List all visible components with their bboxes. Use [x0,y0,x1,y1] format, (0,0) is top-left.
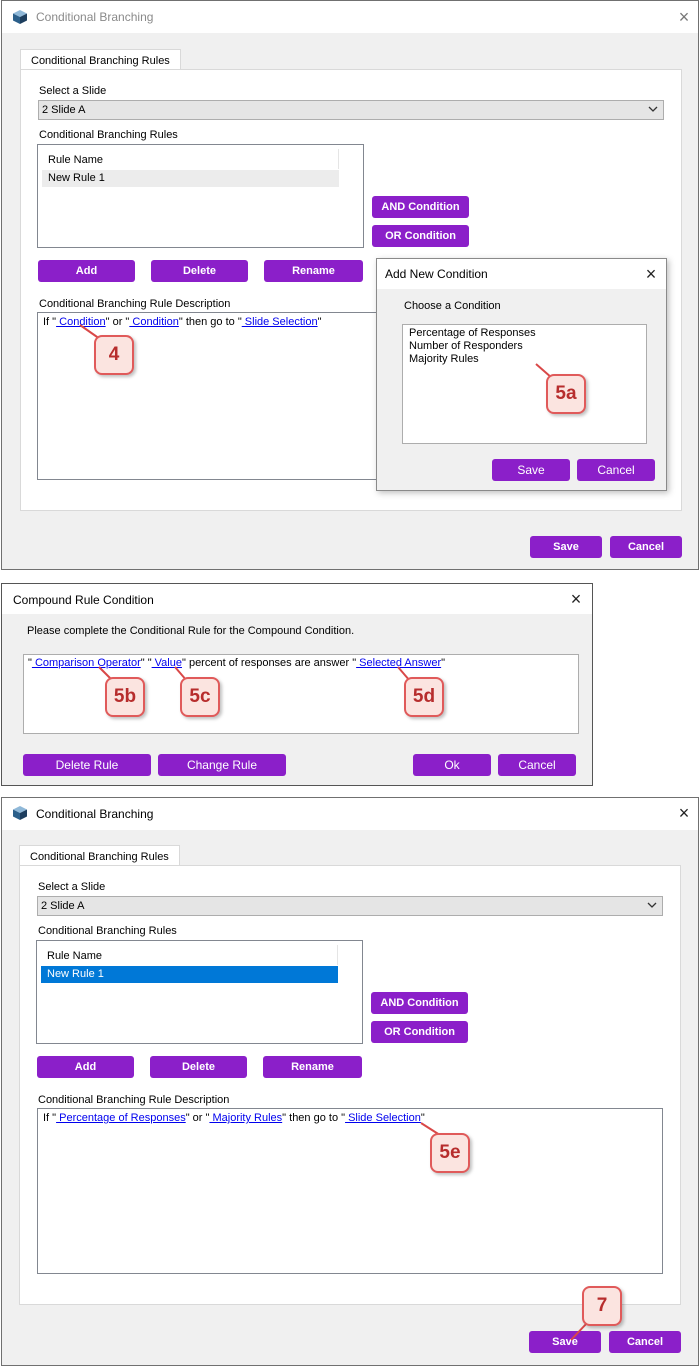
change-rule-button[interactable]: Change Rule [158,754,286,776]
chevron-down-icon [648,106,658,112]
cancel-button[interactable]: Cancel [498,754,576,776]
save-button[interactable]: Save [529,1331,601,1353]
percentage-of-responses-link[interactable]: Percentage of Responses [56,1112,186,1124]
slide-select-value: 2 Slide A [41,900,85,912]
rename-button[interactable]: Rename [263,1056,362,1078]
slide-selection-link[interactable]: Slide Selection [242,316,318,328]
delete-rule-button[interactable]: Delete Rule [23,754,151,776]
dialog-title-bar: Add New Condition × [377,259,666,289]
close-icon[interactable]: × [643,265,659,283]
title-bar: Conditional Branching × [2,798,698,830]
callout-4: 4 [94,335,134,375]
choose-condition-label: Choose a Condition [404,300,501,312]
rename-button[interactable]: Rename [264,260,363,282]
slide-select-value: 2 Slide A [42,104,86,116]
list-item[interactable]: New Rule 1 [41,966,338,983]
rules-label: Conditional Branching Rules [39,129,178,141]
callout-5b: 5b [105,677,145,717]
callout-5e: 5e [430,1133,470,1173]
cancel-button[interactable]: Cancel [577,459,655,481]
condition-option-majority-rules[interactable]: Majority Rules [409,353,479,365]
callout-5a: 5a [546,374,586,414]
callout-5c: 5c [180,677,220,717]
conditional-branching-window-2: Conditional Branching × Conditional Bran… [1,797,699,1366]
title-bar: Conditional Branching × [2,1,698,33]
rules-list[interactable]: Rule Name New Rule 1 [37,144,364,248]
list-item[interactable]: New Rule 1 [42,170,339,187]
compound-rule-condition-dialog: Compound Rule Condition × Please complet… [1,583,593,786]
or-condition-button[interactable]: OR Condition [371,1021,468,1043]
instruction-text: Please complete the Conditional Rule for… [27,625,355,637]
dialog-title-bar: Compound Rule Condition × [2,584,592,614]
close-icon[interactable]: × [568,590,584,608]
slide-select[interactable]: 2 Slide A [38,100,664,120]
chevron-down-icon [647,902,657,908]
close-icon[interactable]: × [676,804,692,822]
app-cube-icon [13,10,27,24]
save-button[interactable]: Save [492,459,570,481]
condition-link-2[interactable]: Condition [129,316,179,328]
condition-option-percentage[interactable]: Percentage of Responses [409,327,536,339]
tab-panel: Select a Slide 2 Slide A Conditional Bra… [19,865,681,1305]
select-slide-label: Select a Slide [39,85,107,97]
slide-selection-link[interactable]: Slide Selection [345,1112,421,1124]
add-new-condition-dialog: Add New Condition × Choose a Condition P… [376,258,667,491]
cancel-button[interactable]: Cancel [610,536,682,558]
add-button[interactable]: Add [37,1056,134,1078]
majority-rules-link[interactable]: Majority Rules [209,1112,282,1124]
slide-select[interactable]: 2 Slide A [37,896,663,916]
ok-button[interactable]: Ok [413,754,491,776]
callout-5d: 5d [404,677,444,717]
save-button[interactable]: Save [530,536,602,558]
app-cube-icon [13,806,27,820]
condition-options-list[interactable]: Percentage of Responses Number of Respon… [402,324,647,444]
select-slide-label: Select a Slide [38,881,106,893]
rule-description-text: If " Condition" or " Condition" then go … [43,316,322,328]
and-condition-button[interactable]: AND Condition [371,992,468,1014]
condition-option-number-of-responders[interactable]: Number of Responders [409,340,523,352]
dialog-title: Compound Rule Condition [13,593,154,607]
value-link[interactable]: Value [152,657,182,669]
window-title: Conditional Branching [36,807,154,821]
column-header-rule-name[interactable]: Rule Name [41,945,338,965]
rule-description-box: If " Condition" or " Condition" then go … [37,312,397,480]
or-condition-button[interactable]: OR Condition [372,225,469,247]
cancel-button[interactable]: Cancel [609,1331,681,1353]
add-button[interactable]: Add [38,260,135,282]
callout-7: 7 [582,1286,622,1326]
rule-description-text: If " Percentage of Responses" or " Major… [43,1112,425,1124]
delete-button[interactable]: Delete [151,260,248,282]
delete-button[interactable]: Delete [150,1056,247,1078]
condition-link-1[interactable]: Condition [56,316,106,328]
compound-rule-text: " Comparison Operator" " Value" percent … [28,657,446,669]
tab-conditional-branching-rules[interactable]: Conditional Branching Rules [19,845,180,866]
window-title: Conditional Branching [36,10,154,24]
description-label: Conditional Branching Rule Description [38,1094,230,1106]
and-condition-button[interactable]: AND Condition [372,196,469,218]
column-header-rule-name[interactable]: Rule Name [42,149,339,169]
tab-conditional-branching-rules[interactable]: Conditional Branching Rules [20,49,181,70]
rules-list[interactable]: Rule Name New Rule 1 [36,940,363,1044]
dialog-title: Add New Condition [385,267,488,281]
description-label: Conditional Branching Rule Description [39,298,231,310]
rules-label: Conditional Branching Rules [38,925,177,937]
comparison-operator-link[interactable]: Comparison Operator [32,657,141,669]
close-icon[interactable]: × [676,8,692,26]
selected-answer-link[interactable]: Selected Answer [356,657,441,669]
rule-description-box: If " Percentage of Responses" or " Major… [37,1108,663,1274]
